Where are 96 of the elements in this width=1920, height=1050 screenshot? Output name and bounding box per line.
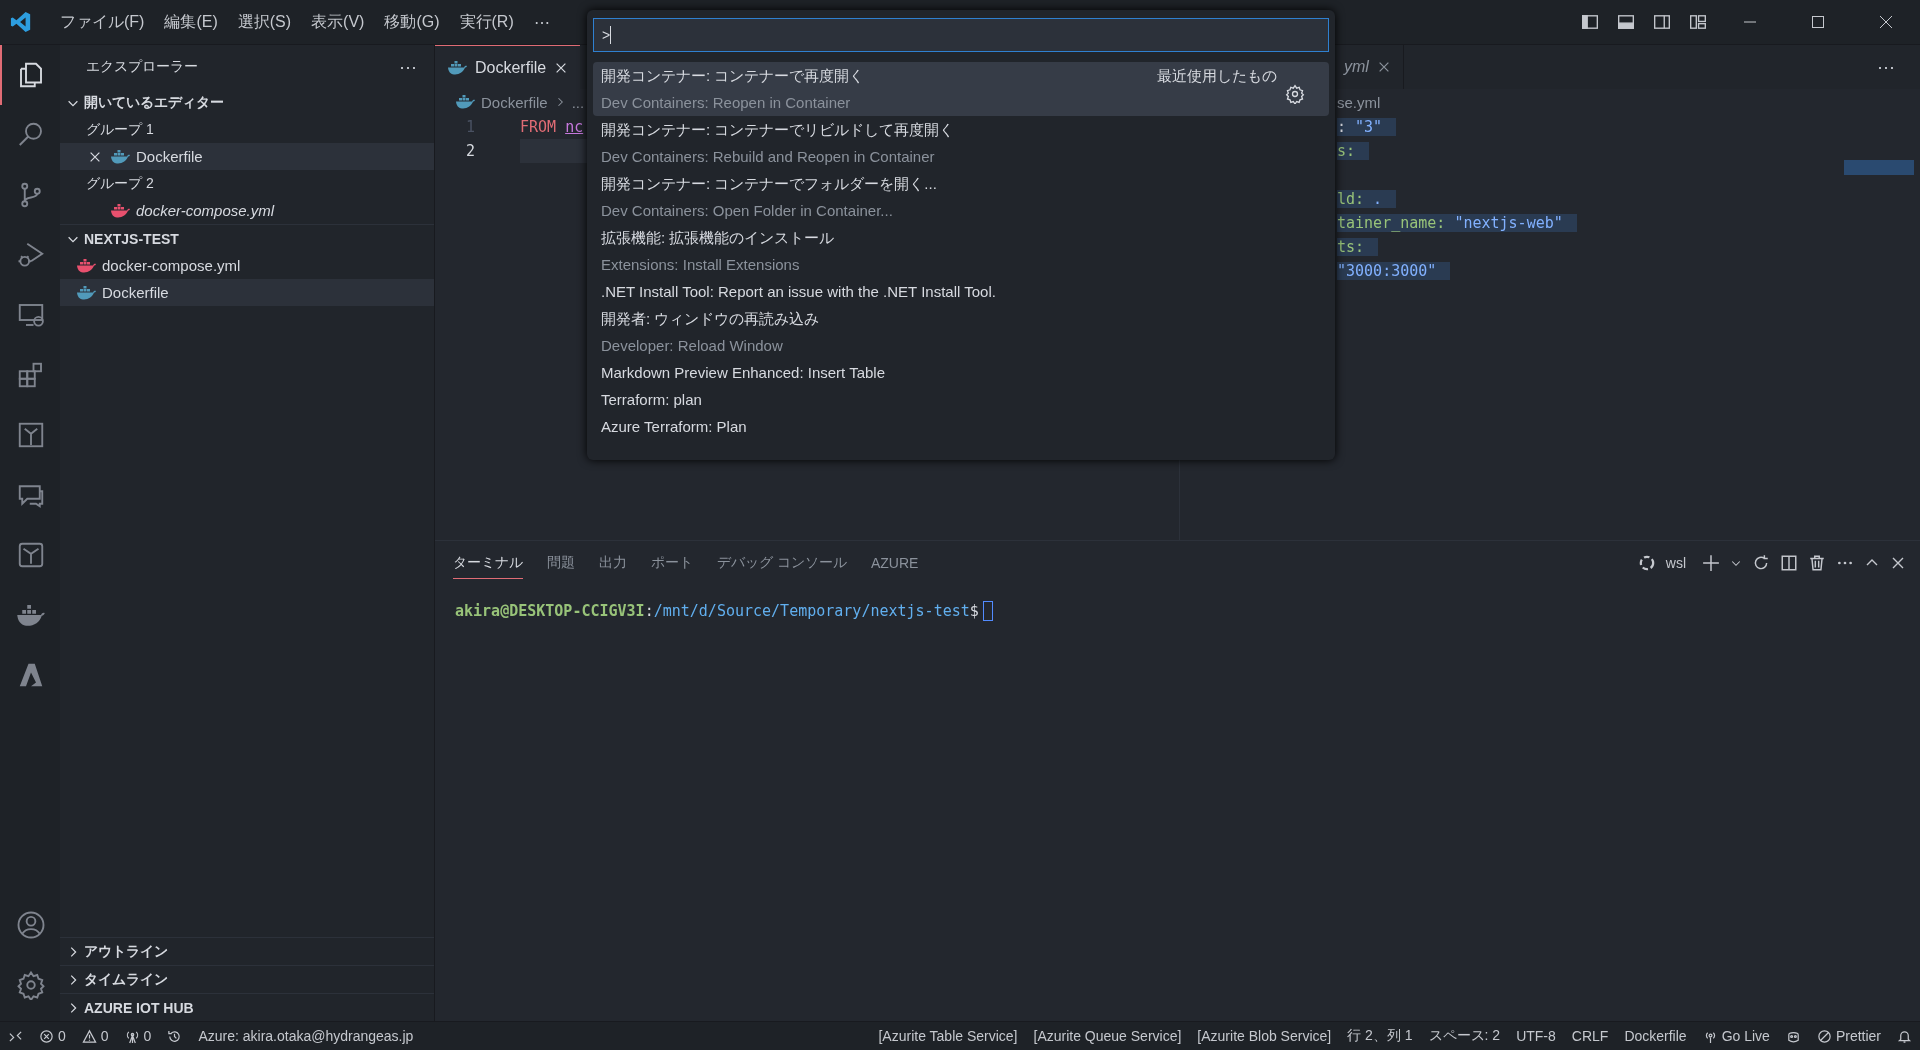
split-toggle-icon[interactable]: [1653, 13, 1671, 31]
code-text: "3000:3000": [1337, 262, 1451, 280]
panel-tab[interactable]: ターミナル: [453, 547, 523, 579]
open-editor-item[interactable]: Dockerfile: [60, 143, 434, 170]
panel-tab[interactable]: 出力: [599, 547, 627, 579]
section-header[interactable]: アウトライン: [60, 937, 434, 965]
maximize-icon[interactable]: [1810, 14, 1826, 30]
whale-icon: [447, 60, 467, 75]
settings-icon[interactable]: [16, 970, 46, 1000]
status-item[interactable]: CRLF: [1563, 1022, 1617, 1050]
command-item[interactable]: 開発コンテナー: コンテナーで再度開く Dev Containers: Reopen in Container 最近使用したもの: [593, 62, 1329, 116]
account-icon[interactable]: [16, 910, 46, 940]
whale-icon: [110, 203, 130, 218]
whale-icon: [455, 95, 475, 109]
sidebar-title: エクスプローラー: [86, 58, 198, 76]
status-item[interactable]: 行 2、列 1: [1339, 1022, 1421, 1050]
shell-label[interactable]: wsl: [1665, 555, 1686, 571]
tree-box-icon[interactable]: [16, 420, 46, 450]
command-item[interactable]: Markdown Preview Enhanced: Insert Table: [593, 359, 1329, 386]
panel-tab[interactable]: AZURE: [870, 548, 919, 578]
breadcrumb-item[interactable]: ...: [571, 93, 585, 111]
menu-item[interactable]: 選択(S): [227, 11, 302, 33]
split-icon[interactable]: [1780, 554, 1798, 572]
command-item[interactable]: 拡張機能: 拡張機能のインストール Extensions: Install Extensions: [593, 224, 1329, 278]
app-logo-icon: [10, 11, 32, 33]
whale-icon: [76, 285, 96, 300]
status-item[interactable]: スペース: 2: [1420, 1022, 1509, 1050]
whale-icon: [110, 149, 130, 164]
menu-item[interactable]: 実行(R): [449, 11, 524, 33]
code-text: ts:: [1337, 238, 1379, 256]
prohibited-icon: [1816, 1028, 1832, 1044]
linux-icon: [1637, 554, 1656, 572]
menu-item[interactable]: ⋯: [523, 12, 560, 32]
code-text: s:: [1337, 142, 1370, 160]
status-item[interactable]: 0: [116, 1022, 160, 1050]
file-name: Dockerfile: [136, 148, 203, 165]
status-item[interactable]: [Azurite Queue Service]: [1025, 1022, 1190, 1050]
whale-icon: [76, 258, 96, 273]
command-item[interactable]: .NET Install Tool: Report an issue with the .NET Install Tool.: [593, 278, 1329, 305]
command-item[interactable]: 開発者: ウィンドウの再読み込み Developer: Reload Window: [593, 305, 1329, 359]
refresh-icon[interactable]: [1752, 554, 1770, 572]
more-button[interactable]: ⋯: [399, 56, 418, 78]
command-item[interactable]: Terraform: plan: [593, 386, 1329, 413]
menu-item[interactable]: 移動(G): [374, 11, 450, 33]
menu-item[interactable]: 表示(V): [301, 11, 375, 33]
open-editor-item[interactable]: docker-compose.yml: [60, 197, 434, 224]
trash-icon[interactable]: [1808, 554, 1826, 572]
status-item[interactable]: Prettier: [1808, 1022, 1889, 1050]
warning-icon: [81, 1028, 97, 1044]
status-item[interactable]: UTF-8: [1508, 1022, 1564, 1050]
section-header[interactable]: 開いているエディター: [60, 89, 434, 116]
command-item[interactable]: 開発コンテナー: コンテナーでフォルダーを開く... Dev Containers: Open Folder in Container...: [593, 170, 1329, 224]
tree-icon[interactable]: [16, 540, 46, 570]
sidebar-toggle-icon[interactable]: [1581, 13, 1599, 31]
section-header[interactable]: NEXTJS-TEST: [60, 224, 434, 252]
terminal-prompt: akira@DESKTOP-CCIGV3I:/mnt/d/Source/Temporary/nextjs-test$: [455, 602, 979, 620]
bell-icon: [1897, 1028, 1912, 1044]
run-debug-icon[interactable]: [16, 240, 46, 270]
panel-tab[interactable]: ポート: [651, 547, 693, 579]
editor-tab[interactable]: yml: [1338, 45, 1404, 89]
plus-icon[interactable]: [1702, 554, 1720, 572]
breadcrumb-item[interactable]: Dockerfile: [481, 93, 548, 111]
status-item[interactable]: 0: [73, 1022, 117, 1050]
line-number: 2: [464, 142, 475, 160]
status-item[interactable]: Dockerfile: [1616, 1022, 1695, 1050]
more-button[interactable]: ⋯: [1877, 56, 1920, 78]
file-name: docker-compose.yml: [136, 202, 275, 219]
history-icon: [167, 1028, 183, 1044]
section-header[interactable]: タイムライン: [60, 965, 434, 993]
terminal-cursor: [982, 601, 993, 621]
layout-icon[interactable]: [1689, 13, 1707, 31]
status-item[interactable]: [Azurite Table Service]: [870, 1022, 1026, 1050]
command-item[interactable]: Azure Terraform: Plan: [593, 413, 1329, 440]
error-icon: [39, 1028, 54, 1044]
file-item[interactable]: docker-compose.yml: [60, 252, 434, 279]
code-text: FROM nc: [520, 118, 584, 136]
menu-item[interactable]: 編集(E): [154, 11, 228, 33]
group-label: グループ 2: [85, 173, 155, 193]
file-item[interactable]: Dockerfile: [60, 279, 434, 306]
code-text: tainer_name: "nextjs-web": [1337, 214, 1577, 232]
breadcrumb-item[interactable]: se.yml: [1337, 93, 1381, 111]
status-item[interactable]: 0: [31, 1022, 74, 1050]
menu-item[interactable]: ファイル(F): [50, 11, 155, 33]
command-input[interactable]: >: [593, 18, 1329, 52]
close-icon[interactable]: [1878, 14, 1894, 30]
status-item[interactable]: [Azurite Blob Service]: [1189, 1022, 1340, 1050]
panel-tab[interactable]: デバッグ コンソール: [717, 547, 847, 579]
close-icon[interactable]: [1890, 555, 1906, 571]
panel-toggle-icon[interactable]: [1617, 13, 1635, 31]
group-label: グループ 1: [85, 119, 155, 139]
status-item[interactable]: Go Live: [1694, 1022, 1778, 1050]
code-text: : "3": [1337, 118, 1397, 136]
command-item[interactable]: 開発コンテナー: コンテナーでリビルドして再度開く Dev Containers: Rebuild and Reopen in Container: [593, 116, 1329, 170]
panel-tab[interactable]: 問題: [547, 547, 575, 579]
status-item[interactable]: Azure: akira.otaka@hydrangeas.jp: [190, 1022, 422, 1050]
code-text: ld: .: [1337, 190, 1397, 208]
